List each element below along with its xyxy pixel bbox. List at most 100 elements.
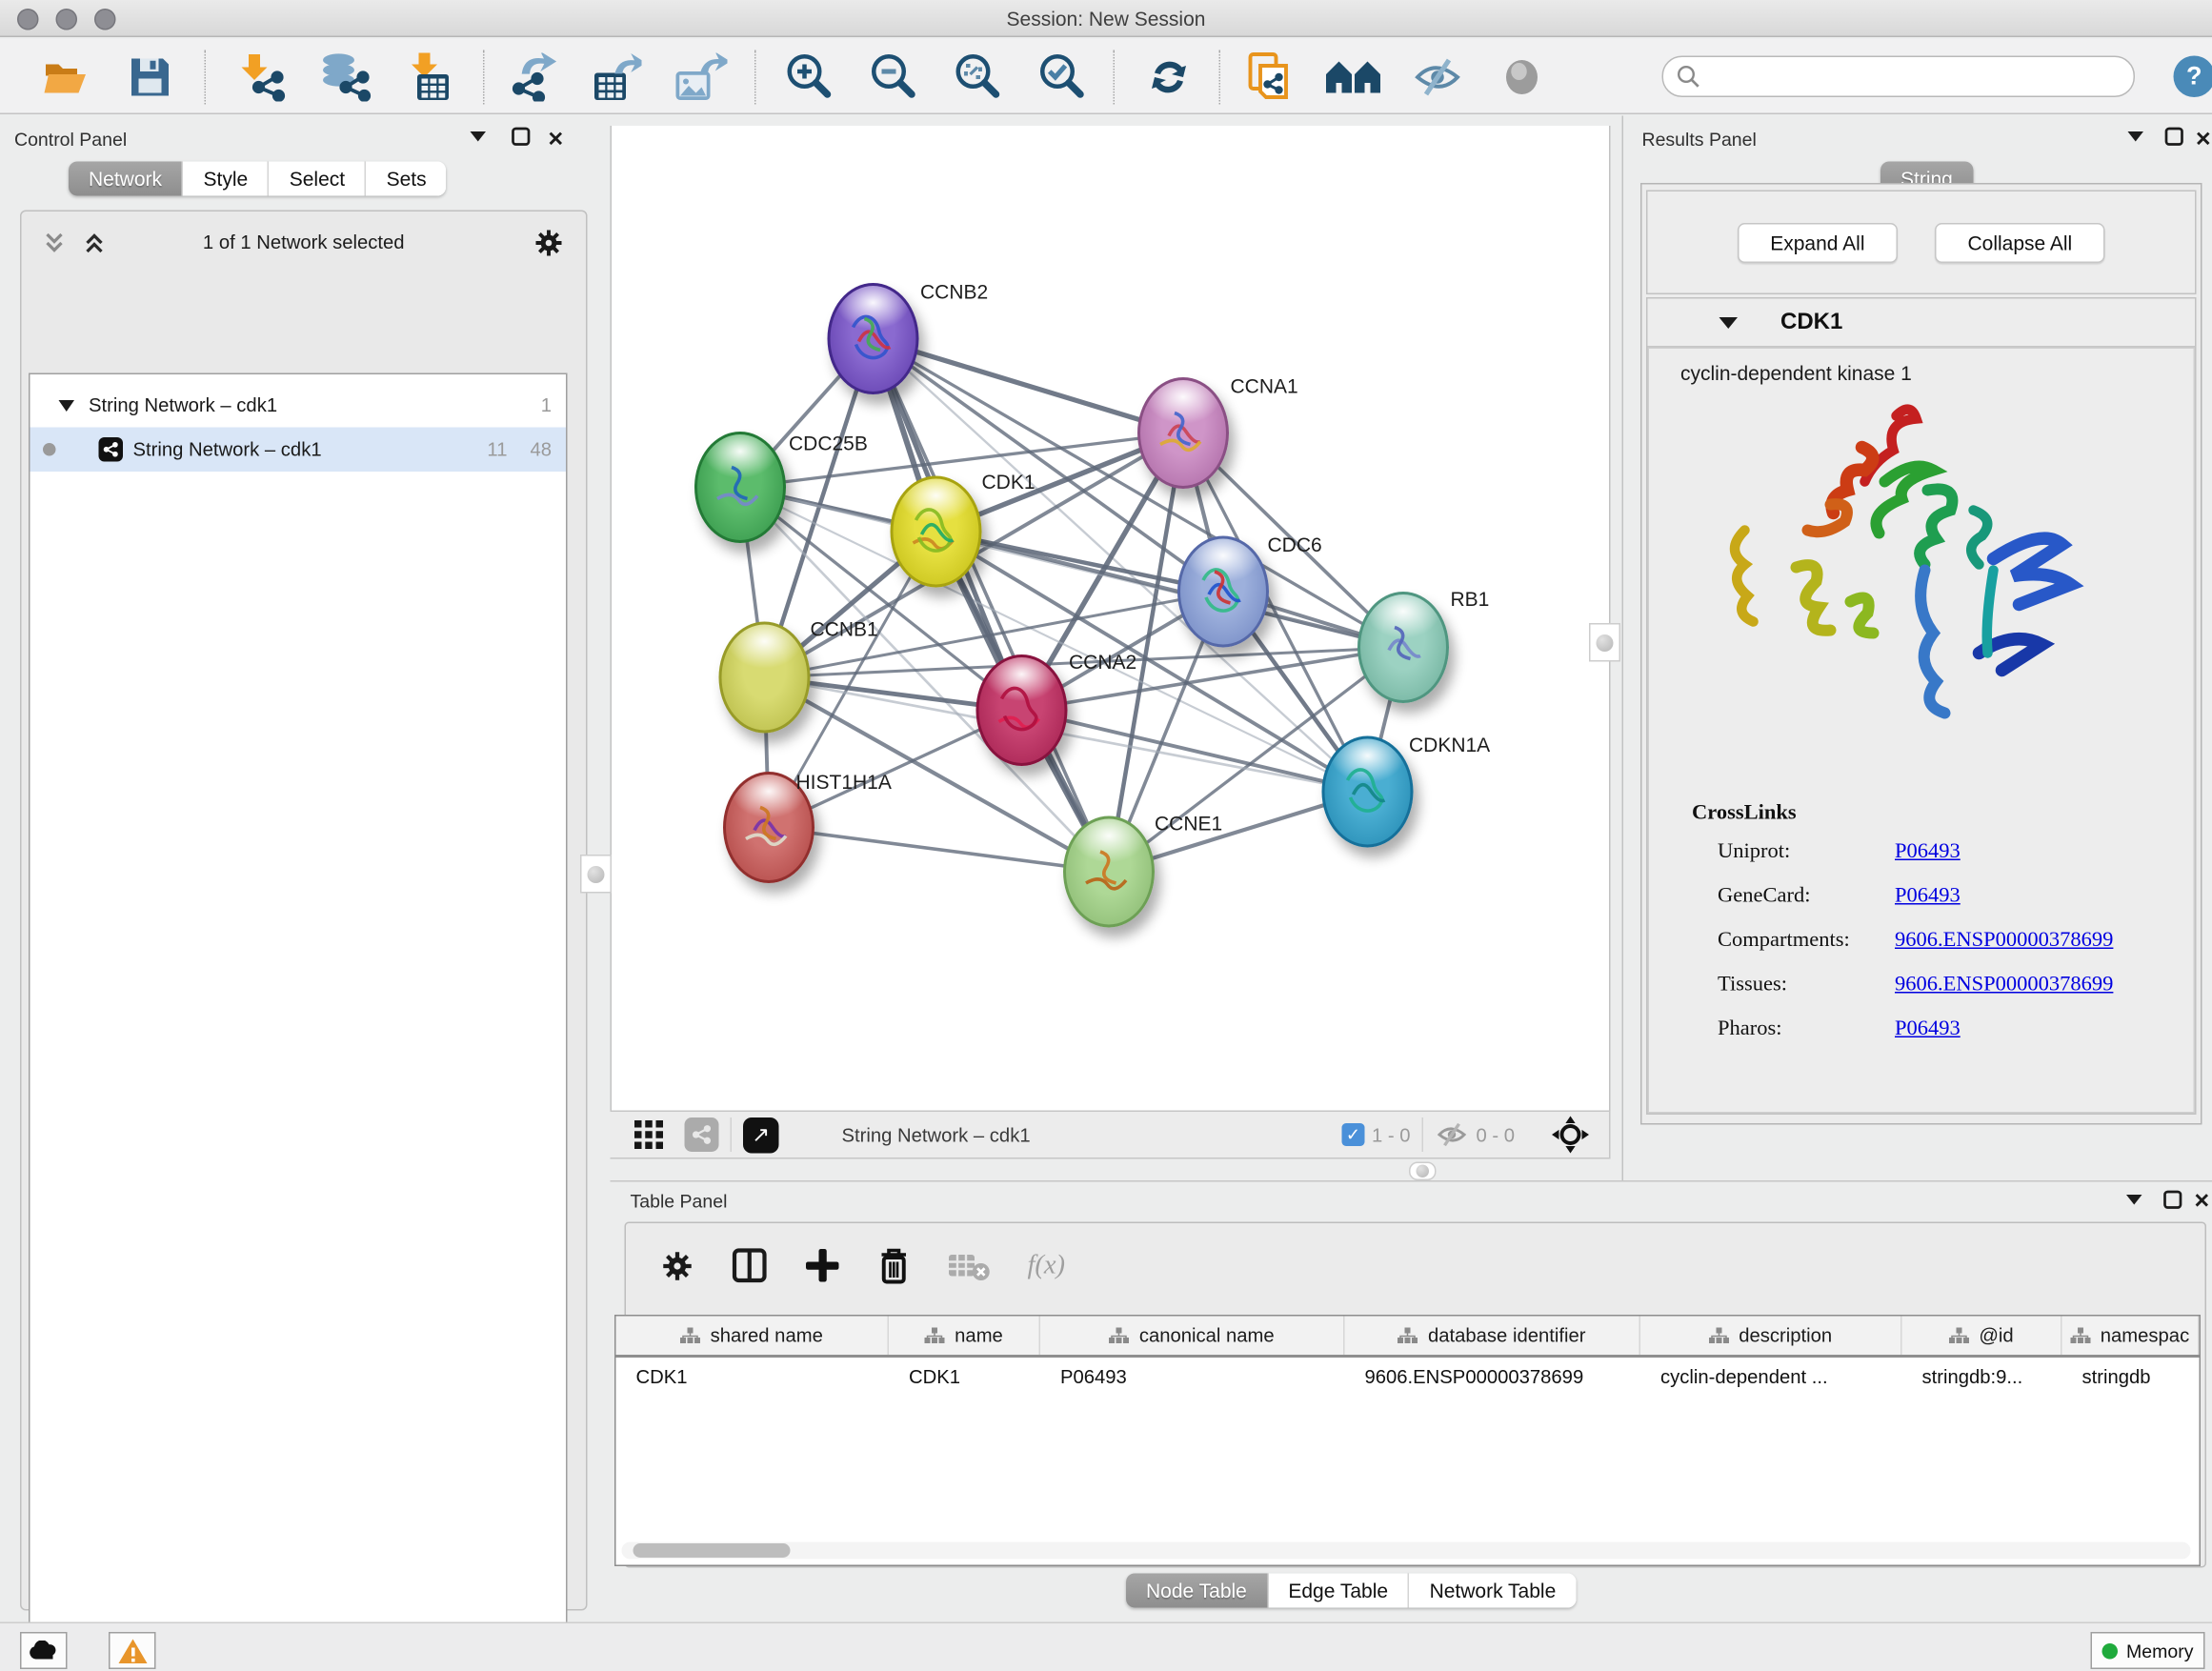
node-entry-header[interactable]: CDK1 bbox=[1648, 299, 2196, 348]
tab-select[interactable]: Select bbox=[270, 162, 367, 196]
zoom-out-button[interactable] bbox=[865, 50, 922, 105]
network-collection-row[interactable]: String Network – cdk1 1 bbox=[30, 383, 567, 428]
network-share-view-icon[interactable] bbox=[685, 1117, 719, 1152]
warnings-button[interactable] bbox=[109, 1632, 156, 1669]
results-panel-float-icon[interactable] bbox=[2165, 128, 2184, 147]
column-header--id[interactable]: @id bbox=[1902, 1317, 2062, 1356]
import-network-file-button[interactable] bbox=[233, 50, 291, 105]
zoom-fit-button[interactable] bbox=[949, 50, 1006, 105]
network-node-cdc6[interactable] bbox=[1177, 536, 1269, 648]
network-node-ccna2[interactable] bbox=[976, 654, 1068, 766]
column-header-shared-name[interactable]: shared name bbox=[616, 1317, 890, 1356]
table-cell[interactable]: stringdb:9... bbox=[1902, 1358, 2062, 1399]
apply-layout-button[interactable] bbox=[1140, 50, 1197, 105]
column-header-namespac[interactable]: namespac bbox=[2062, 1317, 2200, 1356]
tab-node-table[interactable]: Node Table bbox=[1126, 1574, 1268, 1608]
network-node-cdc25b[interactable] bbox=[694, 432, 786, 543]
tab-edge-table[interactable]: Edge Table bbox=[1268, 1574, 1409, 1608]
export-network-button[interactable] bbox=[503, 50, 560, 105]
crosslink-value-link[interactable]: P06493 bbox=[1895, 885, 1961, 910]
crosslink-value-link[interactable]: P06493 bbox=[1895, 840, 1961, 865]
table-horizontal-scrollbar[interactable] bbox=[622, 1542, 2191, 1560]
table-cell[interactable]: CDK1 bbox=[616, 1358, 890, 1399]
export-table-button[interactable] bbox=[588, 50, 645, 105]
right-splitter-handle[interactable] bbox=[1589, 623, 1620, 662]
table-settings-gear-icon[interactable] bbox=[660, 1248, 694, 1282]
export-image-button[interactable] bbox=[672, 50, 729, 105]
network-node-cdkn1a[interactable] bbox=[1322, 736, 1414, 848]
crosslink-value-link[interactable]: 9606.ENSP00000378699 bbox=[1895, 974, 2113, 998]
import-network-database-button[interactable] bbox=[317, 50, 374, 105]
network-node-ccna1[interactable] bbox=[1137, 377, 1229, 489]
crosslink-value-link[interactable]: P06493 bbox=[1895, 1017, 1961, 1042]
network-edge[interactable] bbox=[769, 828, 1109, 873]
table-panel-float-icon[interactable] bbox=[2163, 1191, 2182, 1210]
network-edge[interactable] bbox=[874, 339, 1184, 433]
tab-network[interactable]: Network bbox=[69, 162, 184, 196]
table-panel-close-icon[interactable]: ✕ bbox=[2194, 1189, 2211, 1214]
column-sort-hierarchy-icon bbox=[925, 1327, 945, 1344]
network-canvas[interactable]: CCNB2CCNA1CDC25BCDK1CDC6RB1CCNB1CCNA2CDK… bbox=[611, 126, 1611, 1111]
control-panel-float-icon[interactable] bbox=[512, 128, 531, 147]
zoom-in-button[interactable] bbox=[780, 50, 837, 105]
column-header-database-identifier[interactable]: database identifier bbox=[1345, 1317, 1641, 1356]
tab-sets[interactable]: Sets bbox=[367, 162, 447, 196]
table-panel-menu-icon[interactable] bbox=[2125, 1194, 2144, 1207]
clone-network-button[interactable] bbox=[1242, 50, 1299, 105]
bottom-splitter-handle[interactable] bbox=[1409, 1162, 1437, 1181]
left-splitter-handle[interactable] bbox=[580, 855, 612, 894]
network-node-ccne1[interactable] bbox=[1063, 816, 1155, 928]
table-row[interactable]: CDK1CDK1P064939606.ENSP00000378699cyclin… bbox=[616, 1358, 2200, 1399]
network-edge[interactable] bbox=[874, 339, 1110, 873]
table-cell[interactable]: stringdb bbox=[2062, 1358, 2200, 1399]
add-column-plus-icon[interactable] bbox=[805, 1248, 841, 1284]
network-node-rb1[interactable] bbox=[1357, 592, 1449, 703]
open-session-button[interactable] bbox=[39, 50, 96, 105]
function-builder-icon[interactable]: f(x) bbox=[1028, 1250, 1066, 1281]
crosslink-value-link[interactable]: 9606.ENSP00000378699 bbox=[1895, 929, 2113, 954]
network-edge[interactable] bbox=[936, 532, 1404, 648]
search-field[interactable] bbox=[1662, 56, 2136, 98]
hide-selected-button[interactable] bbox=[1409, 50, 1466, 105]
grid-view-icon[interactable] bbox=[633, 1119, 665, 1151]
hidden-eye-slash-icon[interactable] bbox=[1435, 1120, 1469, 1149]
network-options-gear-icon[interactable] bbox=[533, 228, 565, 259]
birdseye-view-icon[interactable]: ↗ bbox=[743, 1117, 779, 1153]
control-panel-close-icon[interactable]: ✕ bbox=[548, 128, 565, 152]
scrollbar-thumb[interactable] bbox=[633, 1543, 791, 1558]
collapse-all-button[interactable]: Collapse All bbox=[1935, 222, 2105, 262]
show-all-button[interactable] bbox=[1494, 50, 1551, 105]
cloud-button[interactable] bbox=[20, 1632, 68, 1669]
column-header-name[interactable]: name bbox=[889, 1317, 1040, 1356]
help-button[interactable]: ? bbox=[2174, 56, 2212, 98]
table-cell[interactable]: CDK1 bbox=[889, 1358, 1040, 1399]
column-header-canonical-name[interactable]: canonical name bbox=[1040, 1317, 1345, 1356]
import-table-button[interactable] bbox=[402, 50, 459, 105]
table-cell[interactable]: cyclin-dependent ... bbox=[1640, 1358, 1902, 1399]
network-node-cdk1[interactable] bbox=[891, 476, 982, 588]
crosslink-label: Pharos: bbox=[1718, 1017, 1782, 1042]
save-session-button[interactable] bbox=[122, 50, 179, 105]
first-neighbors-button[interactable] bbox=[1325, 50, 1382, 105]
zoom-selected-button[interactable] bbox=[1034, 50, 1091, 105]
selected-indicator-checkbox[interactable]: ✓ bbox=[1341, 1123, 1364, 1146]
network-node-ccnb2[interactable] bbox=[828, 283, 919, 394]
show-columns-icon[interactable] bbox=[732, 1248, 768, 1284]
network-row-selected[interactable]: String Network – cdk1 11 48 bbox=[30, 428, 567, 473]
control-panel-menu-icon[interactable] bbox=[469, 131, 488, 144]
table-cell[interactable]: P06493 bbox=[1040, 1358, 1345, 1399]
table-cell[interactable]: 9606.ENSP00000378699 bbox=[1345, 1358, 1641, 1399]
results-panel-close-icon[interactable]: ✕ bbox=[2195, 128, 2212, 152]
tab-network-table[interactable]: Network Table bbox=[1410, 1574, 1577, 1608]
delete-column-trash-icon[interactable] bbox=[877, 1246, 911, 1285]
fit-content-crosshair-icon[interactable] bbox=[1552, 1117, 1589, 1154]
tab-style[interactable]: Style bbox=[184, 162, 270, 196]
delete-table-icon[interactable] bbox=[948, 1250, 991, 1281]
column-header-description[interactable]: description bbox=[1640, 1317, 1902, 1356]
network-node-ccnb1[interactable] bbox=[719, 622, 811, 734]
window-title: Session: New Session bbox=[0, 8, 2212, 30]
results-panel-menu-icon[interactable] bbox=[2126, 131, 2145, 144]
expand-all-button[interactable]: Expand All bbox=[1738, 222, 1898, 262]
title-bar: Session: New Session bbox=[0, 0, 2212, 37]
memory-button[interactable]: Memory bbox=[2091, 1632, 2205, 1669]
